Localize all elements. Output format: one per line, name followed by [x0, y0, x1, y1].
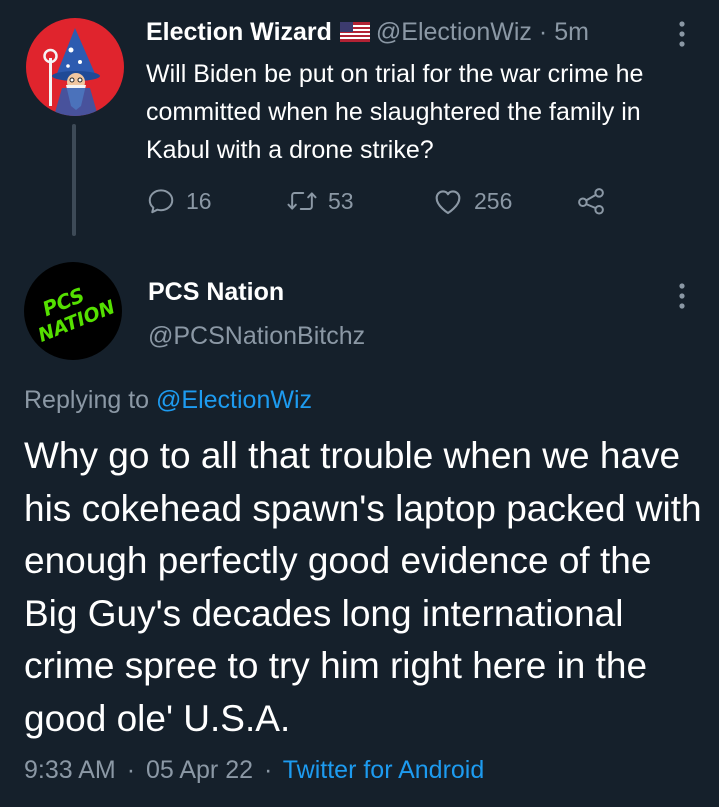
- election-wizard-avatar[interactable]: [26, 18, 124, 116]
- like-action-button[interactable]: 256: [432, 186, 512, 216]
- parent-author-handle[interactable]: @ElectionWiz: [376, 18, 532, 46]
- parent-tweet-time[interactable]: 5m: [554, 18, 589, 46]
- tweet-metadata-line: 9:33 AM · 05 Apr 22 · Twitter for Androi…: [24, 756, 484, 785]
- comment-bubble-icon: [148, 189, 174, 214]
- like-count: 256: [474, 187, 513, 214]
- separator-dot: ·: [126, 756, 136, 784]
- tweet-source-link[interactable]: Twitter for Android: [283, 756, 484, 784]
- thread-connector-line: [72, 124, 76, 236]
- retweet-count: 53: [328, 187, 354, 214]
- tweet-time[interactable]: 9:33 AM: [24, 756, 116, 784]
- share-action-button[interactable]: [576, 186, 616, 216]
- reply-action-button[interactable]: 16: [146, 186, 212, 216]
- separator-dot: ·: [263, 756, 273, 784]
- more-vertical-icon[interactable]: [672, 18, 692, 57]
- parent-tweet-text: Will Biden be put on trial for the war c…: [146, 60, 644, 164]
- more-vertical-icon[interactable]: [672, 280, 692, 319]
- heart-icon: [435, 190, 461, 215]
- retweet-action-button[interactable]: 53: [286, 186, 354, 216]
- replying-prefix: Replying to: [24, 386, 150, 414]
- replying-to-handle-link[interactable]: @ElectionWiz: [156, 386, 312, 414]
- reply-author-handle[interactable]: @PCSNationBitchz: [148, 322, 365, 351]
- reply-count: 16: [186, 187, 212, 214]
- wizard-avatar-image: [43, 28, 100, 116]
- separator-dot: ·: [538, 18, 548, 46]
- pcs-nation-avatar[interactable]: PCS NATION: [24, 262, 122, 360]
- parent-author-name[interactable]: Election Wizard: [146, 18, 332, 46]
- reply-author-name[interactable]: PCS Nation: [148, 278, 284, 307]
- parent-tweet-author-line: Election Wizard @ElectionWiz · 5m: [146, 18, 589, 49]
- share-icon: [578, 188, 604, 215]
- us-flag-icon: [339, 20, 370, 49]
- retweet-icon: [287, 192, 317, 210]
- tweet-date[interactable]: 05 Apr 22: [146, 756, 253, 784]
- pcs-nation-avatar-image: PCS NATION: [35, 283, 118, 347]
- replying-to-line: Replying to @ElectionWiz: [24, 386, 312, 415]
- reply-tweet-text: Why go to all that trouble when we have …: [24, 435, 702, 739]
